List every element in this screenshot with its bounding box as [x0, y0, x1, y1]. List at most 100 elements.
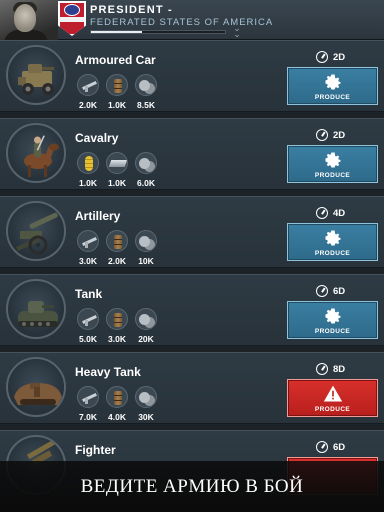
produce-button[interactable]: PRODUCE — [287, 301, 378, 339]
resource-weapons: 7.0K — [75, 386, 101, 422]
time-value: 8D — [333, 363, 346, 375]
resource-steel: 1.0K — [104, 152, 130, 188]
unit-name: Heavy Tank — [75, 365, 141, 379]
weapon-icon — [77, 74, 99, 96]
production-time: 6D — [316, 440, 345, 454]
resource-money: 20K — [133, 308, 159, 344]
resource-money: 8.5K — [133, 74, 159, 110]
weapon-icon — [77, 230, 99, 252]
resource-value: 30K — [138, 412, 154, 422]
gear-icon — [325, 308, 340, 324]
unit-card-cavalry: Cavalry 1.0K 1.0K 6.0K 2D PRODUCE — [0, 118, 384, 190]
time-value: 4D — [333, 207, 346, 219]
nation-name: FEDERATED STATES OF AMERICA — [90, 17, 274, 28]
player-rank: PRESIDENT - — [90, 4, 173, 16]
resource-oil: 2.0K — [104, 230, 130, 266]
production-time: 6D — [316, 284, 345, 298]
cavalry-image — [6, 123, 66, 183]
flag-star-ring — [64, 4, 80, 16]
coins-icon — [135, 308, 157, 330]
rank-progress-bar — [90, 30, 226, 34]
artillery-image — [6, 201, 66, 261]
armoured-car-image — [6, 45, 66, 105]
rank-progress-fill — [91, 31, 142, 33]
weapon-icon — [77, 308, 99, 330]
armoured-car-art — [18, 64, 54, 95]
clock-icon — [316, 129, 328, 141]
time-value: 6D — [333, 441, 346, 453]
clock-icon — [316, 51, 328, 63]
resource-weapons: 5.0K — [75, 308, 101, 344]
warning-icon — [323, 385, 342, 402]
tank-image — [6, 279, 66, 339]
produce-label: PRODUCE — [314, 328, 351, 335]
produce-label: PRODUCE — [314, 172, 351, 179]
production-time: 8D — [316, 362, 345, 376]
gear-icon — [325, 152, 340, 168]
gear-icon — [325, 230, 340, 246]
coins-icon — [135, 386, 157, 408]
time-value: 2D — [333, 129, 346, 141]
produce-button[interactable]: PRODUCE — [287, 145, 378, 183]
produce-label: PRODUCE — [314, 94, 351, 101]
food-icon — [77, 152, 99, 174]
gear-icon — [325, 74, 340, 90]
coins-icon — [135, 230, 157, 252]
production-time: 2D — [316, 50, 345, 64]
banner-text: ВЕДИТЕ АРМИЮ В БОЙ — [80, 475, 304, 497]
resource-oil: 1.0K — [104, 74, 130, 110]
unit-name: Tank — [75, 287, 103, 301]
resource-oil: 4.0K — [104, 386, 130, 422]
barrel-icon — [106, 74, 128, 96]
produce-label: PRODUCE — [314, 406, 351, 413]
weapon-icon — [77, 386, 99, 408]
leader-portrait[interactable] — [0, 0, 58, 40]
resource-weapons: 2.0K — [75, 74, 101, 110]
produce-button[interactable]: PRODUCE — [287, 379, 378, 417]
barrel-icon — [106, 230, 128, 252]
time-value: 6D — [333, 285, 346, 297]
heavy-tank-image — [6, 357, 66, 417]
coins-icon — [135, 74, 157, 96]
steel-icon — [106, 152, 128, 174]
resource-oil: 3.0K — [104, 308, 130, 344]
resource-value: 8.5K — [137, 100, 155, 110]
coins-icon — [135, 152, 157, 174]
unit-card-tank: Tank 5.0K 3.0K 20K 6D PRODUCE — [0, 274, 384, 346]
portrait-face — [14, 4, 36, 32]
unit-name: Cavalry — [75, 131, 119, 145]
produce-label: PRODUCE — [314, 250, 351, 257]
unit-name: Armoured Car — [75, 53, 156, 67]
unit-card-heavy-tank: Heavy Tank 7.0K 4.0K 30K 8D PRODUCE — [0, 352, 384, 424]
artillery-art — [16, 212, 58, 255]
produce-button[interactable]: PRODUCE — [287, 223, 378, 261]
unit-card-artillery: Artillery 3.0K 2.0K 10K 4D PRODUCE — [0, 196, 384, 268]
resource-money: 10K — [133, 230, 159, 266]
clock-icon — [316, 285, 328, 297]
produce-button[interactable]: PRODUCE — [287, 67, 378, 105]
resource-money: 6.0K — [133, 152, 159, 188]
top-bar: PRESIDENT - FEDERATED STATES OF AMERICA … — [0, 0, 384, 40]
barrel-icon — [106, 308, 128, 330]
resource-value: 6.0K — [137, 178, 155, 188]
tank-art — [18, 301, 58, 327]
unit-name: Fighter — [75, 443, 116, 457]
unit-name: Artillery — [75, 209, 121, 223]
resource-value: 20K — [138, 334, 154, 344]
clock-icon — [316, 207, 328, 219]
promo-banner: ВЕДИТЕ АРМИЮ В БОЙ — [0, 461, 384, 512]
production-time: 2D — [316, 128, 345, 142]
resource-weapons: 3.0K — [75, 230, 101, 266]
production-time: 4D — [316, 206, 345, 220]
resource-food: 1.0K — [75, 152, 101, 188]
resource-money: 30K — [133, 386, 159, 422]
resource-value: 10K — [138, 256, 154, 266]
flag-stripe-red — [60, 22, 84, 34]
chevron-down-icon[interactable]: ⌄ ⌄ — [230, 24, 244, 39]
heavy-tank-art — [14, 383, 62, 405]
nation-flag-icon[interactable] — [58, 1, 86, 36]
unit-card-armoured-car: Armoured Car 2.0K 1.0K 8.5K 2D PRODUCE — [0, 40, 384, 112]
cavalry-art — [24, 135, 59, 177]
barrel-icon — [106, 386, 128, 408]
clock-icon — [316, 363, 328, 375]
